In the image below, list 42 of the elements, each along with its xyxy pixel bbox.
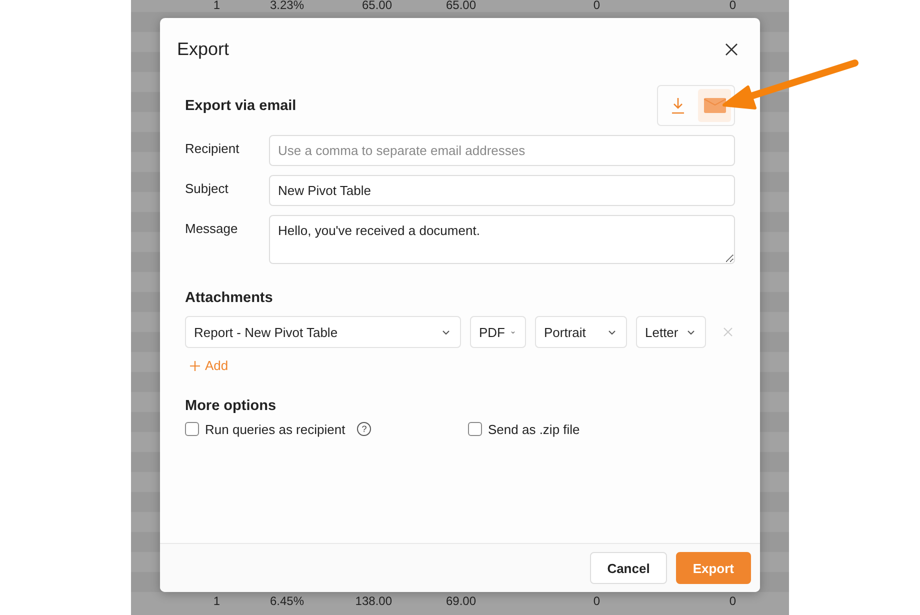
input-field[interactable]: New Pivot Table — [269, 175, 735, 206]
download-icon — [670, 97, 684, 114]
report-dropdown[interactable]: Report - New Pivot Table — [185, 316, 461, 348]
table-cell-text: 6.45% — [268, 594, 304, 608]
close-button[interactable] — [723, 40, 740, 58]
table-cell-text: 0 — [728, 594, 736, 608]
checkbox-label: Run queries as recipient — [205, 422, 346, 436]
field-label: Message — [185, 220, 239, 236]
close-icon — [723, 327, 733, 337]
table-cell-text: 138.00 — [354, 594, 392, 608]
section-title: Export via email — [185, 98, 296, 114]
table-cell-text: 69.00 — [444, 594, 476, 608]
format-dropdown[interactable]: PDF — [470, 316, 526, 348]
table-cell-text: 65.00 — [360, 0, 392, 12]
table-cell-text: 1 — [212, 594, 220, 608]
checkbox[interactable] — [185, 422, 199, 436]
plus-icon — [190, 360, 200, 370]
input-field[interactable]: Use a comma to separate email addresses — [269, 135, 735, 166]
table-cell-text: 65.00 — [444, 0, 476, 12]
table-cell-text: 3.23% — [268, 0, 304, 12]
table-cell-text: 1 — [212, 0, 220, 12]
dialog-title: Export — [177, 38, 230, 60]
email-mode-button[interactable] — [698, 89, 731, 122]
close-icon — [725, 42, 738, 56]
cancel-button[interactable]: Cancel — [590, 552, 667, 584]
envelope-icon — [704, 98, 726, 113]
chevron-down-icon — [608, 330, 616, 334]
help-icon[interactable]: ? — [357, 422, 372, 436]
field-label: Recipient — [185, 140, 240, 156]
message-field[interactable]: Hello, you've received a document. — [269, 215, 735, 264]
chevron-down-icon — [442, 330, 450, 334]
checkbox-label: Send as .zip file — [488, 422, 580, 436]
orientation-dropdown[interactable]: Portrait — [535, 316, 627, 348]
field-label: Subject — [185, 180, 230, 196]
table-cell-text: 0 — [592, 0, 600, 12]
table-cell-text: 0 — [728, 0, 736, 12]
checkbox[interactable] — [468, 422, 482, 436]
attachments-heading: Attachments — [185, 290, 274, 306]
more-options-heading: More options — [185, 398, 278, 414]
table-cell-text: 0 — [592, 594, 600, 608]
paper-size-dropdown[interactable]: Letter — [636, 316, 706, 348]
chevron-down-icon — [687, 330, 695, 334]
